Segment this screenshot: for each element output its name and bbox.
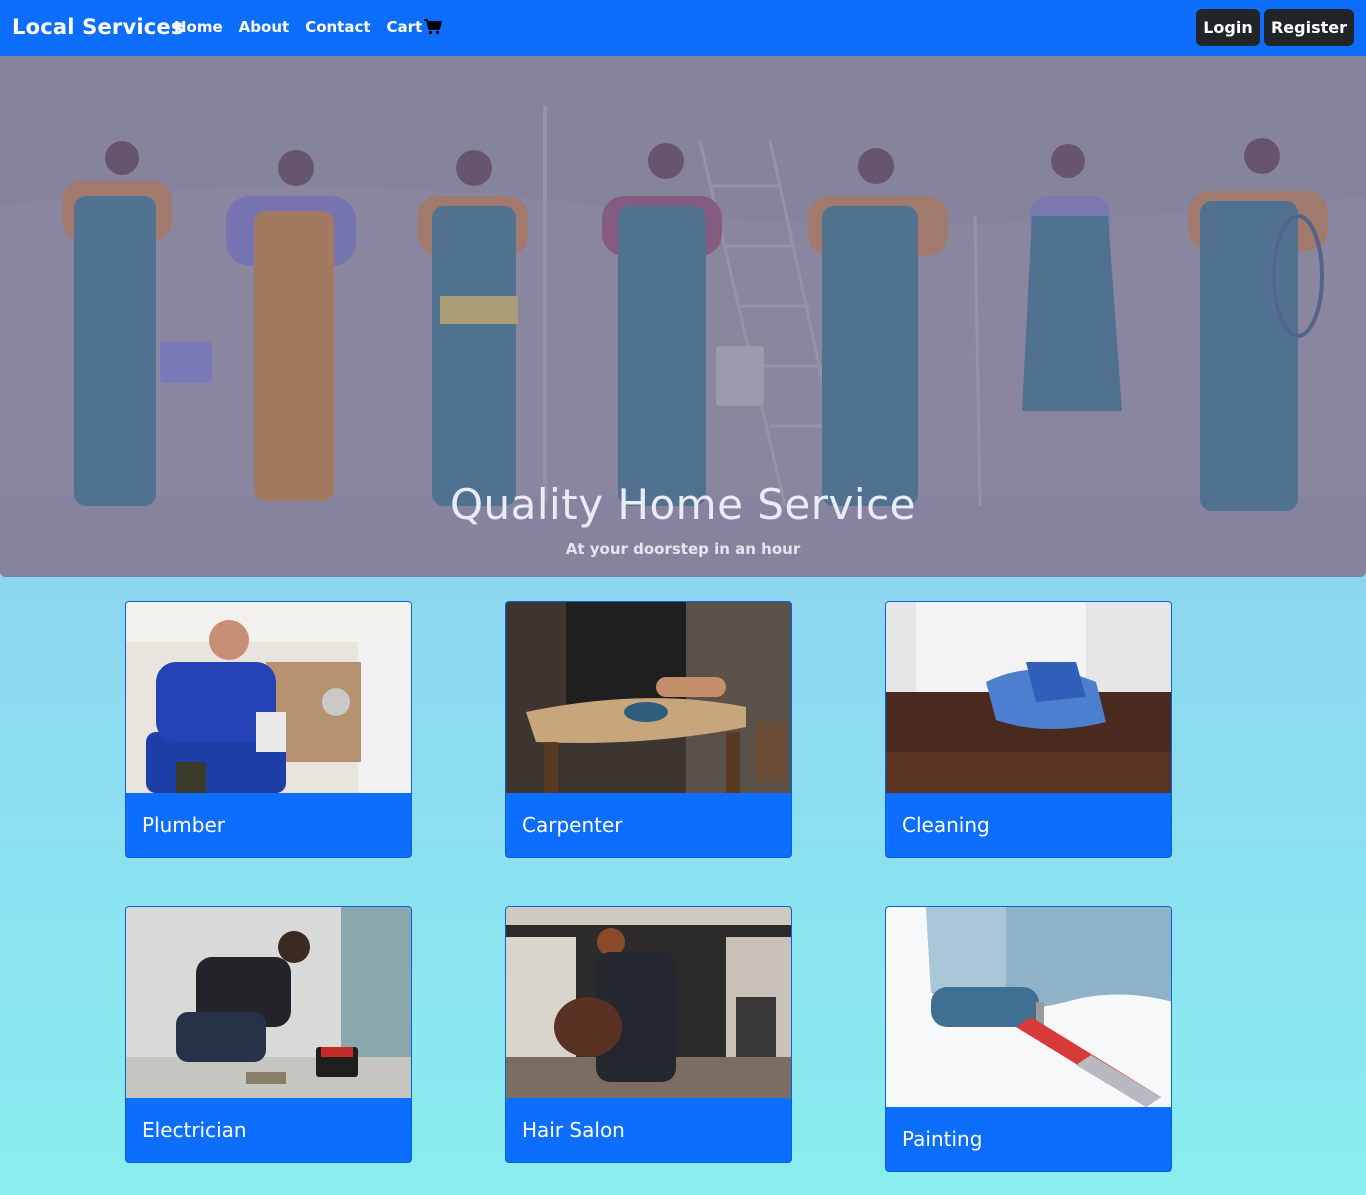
hair-salon-image (506, 907, 791, 1098)
service-label-hair-salon: Hair Salon (506, 1098, 791, 1162)
service-card-carpenter[interactable]: Carpenter (505, 601, 792, 858)
nav-contact-link[interactable]: Contact (305, 18, 370, 36)
carpenter-image (506, 602, 791, 793)
service-label-painting: Painting (886, 1107, 1171, 1171)
service-label-plumber: Plumber (126, 793, 411, 857)
hero-subtitle: At your doorstep in an hour (565, 540, 801, 558)
navbar: Local Services Home About Contact Cart L… (0, 0, 1366, 56)
cleaning-image (886, 602, 1171, 793)
plumber-image (126, 602, 411, 793)
nav-links: Home About Contact Cart (174, 18, 443, 36)
nav-home-link[interactable]: Home (174, 18, 223, 36)
service-card-plumber[interactable]: Plumber (125, 601, 412, 858)
service-label-cleaning: Cleaning (886, 793, 1171, 857)
service-card-hair-salon[interactable]: Hair Salon (505, 906, 792, 1163)
service-card-electrician[interactable]: Electrician (125, 906, 412, 1163)
brand-logo[interactable]: Local Services (12, 15, 184, 39)
login-button[interactable]: Login (1196, 9, 1260, 46)
register-button[interactable]: Register (1264, 9, 1354, 46)
cart-icon (424, 19, 443, 35)
service-card-cleaning[interactable]: Cleaning (885, 601, 1172, 858)
service-card-painting[interactable]: Painting (885, 906, 1172, 1172)
painting-image (886, 907, 1171, 1107)
hero-banner: Quality Home Service At your doorstep in… (0, 56, 1366, 577)
nav-cart-label: Cart (386, 18, 423, 36)
nav-about-link[interactable]: About (239, 18, 290, 36)
service-label-electrician: Electrician (126, 1098, 411, 1162)
hero-title: Quality Home Service (449, 480, 917, 529)
service-label-carpenter: Carpenter (506, 793, 791, 857)
electrician-image (126, 907, 411, 1098)
nav-cart-link[interactable]: Cart (387, 18, 443, 36)
